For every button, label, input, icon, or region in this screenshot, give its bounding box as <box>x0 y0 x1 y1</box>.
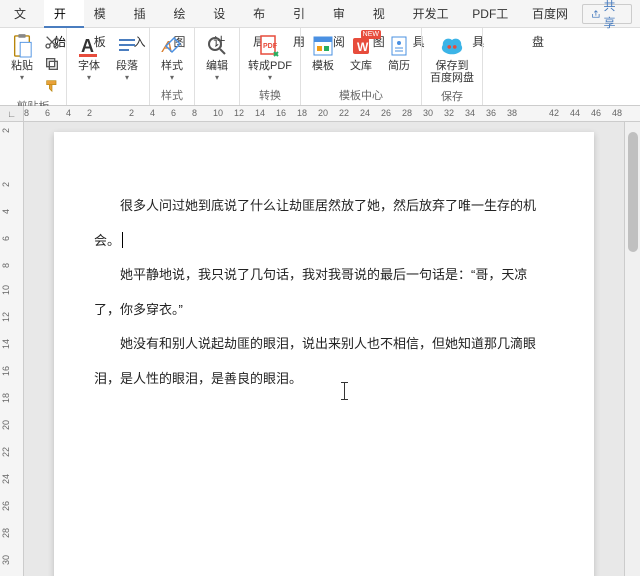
dropdown-icon: ▾ <box>20 73 24 82</box>
tab-draw[interactable]: 绘图 <box>163 0 203 28</box>
tab-home[interactable]: 开始 <box>44 0 84 28</box>
page-scroll[interactable]: 很多人问过她到底说了什么让劫匪居然放了她，然后放弃了唯一生存的机 会。 她平静地… <box>24 122 624 576</box>
ruler-corner: ∟ <box>0 106 24 121</box>
vertical-ruler: 224681012141618202224262830 <box>0 122 24 576</box>
paragraph-1[interactable]: 很多人问过她到底说了什么让劫匪居然放了她，然后放弃了唯一生存的机 <box>94 192 554 221</box>
share-button[interactable]: 共享 <box>582 4 632 24</box>
template-icon <box>311 34 335 58</box>
copy-button[interactable] <box>42 54 62 74</box>
group-clipboard: 粘贴 ▾ 剪贴板 <box>0 28 67 105</box>
tab-review[interactable]: 审阅 <box>323 0 363 28</box>
paste-label: 粘贴 <box>11 60 33 72</box>
clipboard-icon <box>11 33 33 59</box>
dropdown-icon: ▾ <box>215 73 219 82</box>
save-label: 保存到 百度网盘 <box>430 60 474 84</box>
edit-button[interactable]: 编辑 ▾ <box>199 32 235 84</box>
paragraph-3[interactable]: 她没有和别人说起劫匪的眼泪，说出来别人也不相信，但她知道那几滴眼 <box>94 330 554 359</box>
convert-group-label: 转换 <box>259 85 281 105</box>
tab-file[interactable]: 文件 <box>4 0 44 28</box>
cloud-icon <box>440 34 464 58</box>
convert-pdf-button[interactable]: PDF 转成PDF ▾ <box>244 32 296 84</box>
paste-button[interactable]: 粘贴 ▾ <box>4 32 40 84</box>
paragraph-3b[interactable]: 泪，是人性的眼泪，是善良的眼泪。 <box>94 365 554 394</box>
template-label: 模板 <box>312 60 334 72</box>
font-label: 字体 <box>78 60 100 72</box>
paragraph-button[interactable]: 段落 ▾ <box>109 32 145 84</box>
font-button[interactable]: A 字体 ▾ <box>71 32 107 84</box>
styles-icon: A <box>160 34 184 58</box>
group-edit: 编辑 ▾ <box>195 28 240 105</box>
scrollbar-thumb[interactable] <box>628 132 638 252</box>
paragraph-icon <box>115 34 139 58</box>
paragraph-label: 段落 <box>116 60 138 72</box>
text: 她平静地说，我只说了几句话，我对我哥说的最后一句话是：“哥，天凉 <box>120 267 527 282</box>
group-convert: PDF 转成PDF ▾ 转换 <box>240 28 301 105</box>
share-label: 共享 <box>603 0 623 31</box>
resume-button[interactable]: 简历 <box>381 32 417 74</box>
dropdown-icon: ▾ <box>170 73 174 82</box>
dropdown-icon: ▾ <box>125 73 129 82</box>
text: 她没有和别人说起劫匪的眼泪，说出来别人也不相信，但她知道那几滴眼 <box>120 336 536 351</box>
group-styles: A 样式 ▾ 样式 <box>150 28 195 105</box>
svg-text:A: A <box>81 36 94 56</box>
template-center-group-label: 模板中心 <box>339 85 383 105</box>
text: 了，你多穿衣。” <box>94 302 183 317</box>
resume-icon <box>387 34 411 58</box>
dropdown-icon: ▾ <box>268 73 272 82</box>
group-font-paragraph: A 字体 ▾ 段落 ▾ <box>67 28 150 105</box>
text: 泪，是人性的眼泪，是善良的眼泪。 <box>94 371 302 386</box>
svg-text:W: W <box>357 40 369 54</box>
tab-template[interactable]: 模板 <box>84 0 124 28</box>
menu-bar: 文件 开始 模板 插入 绘图 设计 布局 引用 审阅 视图 开发工具 PDF工具… <box>0 0 640 28</box>
cut-button[interactable] <box>42 32 62 52</box>
format-painter-button[interactable] <box>42 76 62 96</box>
paragraph-1b[interactable]: 会。 <box>94 227 554 256</box>
tab-baidudisk[interactable]: 百度网盘 <box>522 0 582 28</box>
tab-pdftools[interactable]: PDF工具 <box>462 0 522 28</box>
share-icon <box>591 8 601 20</box>
work-area: 224681012141618202224262830 很多人问过她到底说了什么… <box>0 122 640 576</box>
group-template-center: 模板 NEW W 文库 简历 模板中心 <box>301 28 422 105</box>
convert-pdf-label: 转成PDF <box>248 60 292 72</box>
horizontal-ruler: ∟ 86422468101214161820222426283032343638… <box>0 106 640 122</box>
text: 很多人问过她到底说了什么让劫匪居然放了她，然后放弃了唯一生存的机 <box>120 198 536 213</box>
svg-text:PDF: PDF <box>263 43 278 50</box>
edit-label: 编辑 <box>206 60 228 72</box>
tab-design[interactable]: 设计 <box>203 0 243 28</box>
wenku-button[interactable]: NEW W 文库 <box>343 32 379 74</box>
pdf-icon: PDF <box>258 34 282 58</box>
tab-references[interactable]: 引用 <box>283 0 323 28</box>
tab-view[interactable]: 视图 <box>363 0 403 28</box>
dropdown-icon: ▾ <box>87 73 91 82</box>
paragraph-2b[interactable]: 了，你多穿衣。” <box>94 296 554 325</box>
group-save: 保存到 百度网盘 保存 <box>422 28 483 105</box>
vertical-scrollbar[interactable] <box>624 122 640 576</box>
text: 会。 <box>94 233 120 248</box>
document-page[interactable]: 很多人问过她到底说了什么让劫匪居然放了她，然后放弃了唯一生存的机 会。 她平静地… <box>54 132 594 576</box>
brush-icon <box>44 78 60 94</box>
styles-button[interactable]: A 样式 ▾ <box>154 32 190 84</box>
tab-insert[interactable]: 插入 <box>124 0 164 28</box>
scissors-icon <box>44 34 60 50</box>
paragraph-2[interactable]: 她平静地说，我只说了几句话，我对我哥说的最后一句话是：“哥，天凉 <box>94 261 554 290</box>
font-icon: A <box>77 34 101 58</box>
save-baidu-button[interactable]: 保存到 百度网盘 <box>426 32 478 86</box>
copy-icon <box>44 56 60 72</box>
styles-label: 样式 <box>161 60 183 72</box>
template-button[interactable]: 模板 <box>305 32 341 74</box>
tab-devtools[interactable]: 开发工具 <box>403 0 463 28</box>
styles-group-label: 样式 <box>161 85 183 105</box>
text-cursor <box>122 232 123 248</box>
resume-label: 简历 <box>388 60 410 72</box>
search-icon <box>205 34 229 58</box>
ibeam-cursor <box>344 382 345 400</box>
new-badge: NEW <box>361 30 381 39</box>
wenku-label: 文库 <box>350 60 372 72</box>
tab-layout[interactable]: 布局 <box>243 0 283 28</box>
save-group-label: 保存 <box>441 86 463 106</box>
